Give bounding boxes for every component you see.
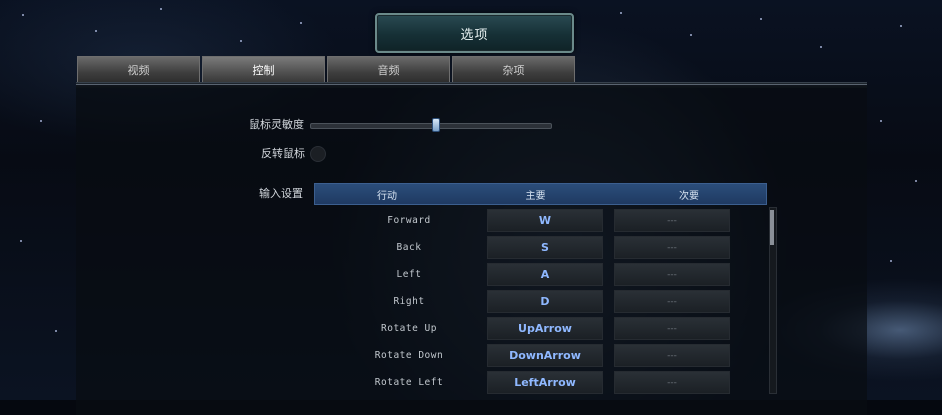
input-settings-label: 输入设置 [259, 187, 303, 200]
keybind-row: Right D --- [314, 288, 769, 315]
tab-controls[interactable]: 控制 [202, 56, 325, 84]
tab-video[interactable]: 视频 [77, 56, 200, 84]
secondary-key-button[interactable]: --- [614, 344, 730, 367]
primary-key-button[interactable]: D [487, 290, 603, 313]
keybind-list: Forward W --- Back S --- Left A --- Righ… [314, 207, 769, 396]
header-action: 行动 [377, 190, 397, 202]
action-name: Left [396, 269, 422, 280]
header-secondary: 次要 [679, 190, 699, 202]
secondary-key-button[interactable]: --- [614, 236, 730, 259]
primary-key-button[interactable]: UpArrow [487, 317, 603, 340]
keybind-row: Left A --- [314, 261, 769, 288]
slider-handle[interactable] [431, 118, 440, 132]
action-name: Rotate Down [374, 350, 444, 361]
secondary-key-button[interactable]: --- [614, 263, 730, 286]
action-name: Rotate Up [381, 323, 437, 334]
mouse-sensitivity-label: 鼠标灵敏度 [249, 118, 304, 131]
primary-key-button[interactable]: LeftArrow [487, 371, 603, 394]
primary-key-button[interactable]: W [487, 209, 603, 232]
tab-bar: 视频 控制 音频 杂项 [77, 56, 575, 84]
keybind-row: Rotate Down DownArrow --- [314, 342, 769, 369]
keybind-row: Rotate Up UpArrow --- [314, 315, 769, 342]
keybind-row: Rotate Left LeftArrow --- [314, 369, 769, 396]
action-name: Forward [387, 215, 431, 226]
options-title: 选项 [375, 13, 574, 53]
tab-audio[interactable]: 音频 [327, 56, 450, 84]
action-name: Rotate Left [374, 377, 444, 388]
primary-key-button[interactable]: DownArrow [487, 344, 603, 367]
secondary-key-button[interactable]: --- [614, 317, 730, 340]
invert-mouse-checkbox[interactable] [310, 146, 326, 162]
primary-key-button[interactable]: A [487, 263, 603, 286]
scrollbar-thumb[interactable] [770, 210, 774, 245]
action-name: Right [393, 296, 425, 307]
tab-misc[interactable]: 杂项 [452, 56, 575, 84]
secondary-key-button[interactable]: --- [614, 290, 730, 313]
keybind-row: Back S --- [314, 234, 769, 261]
primary-key-button[interactable]: S [487, 236, 603, 259]
keybind-row: Forward W --- [314, 207, 769, 234]
header-primary: 主要 [525, 190, 546, 202]
secondary-key-button[interactable]: --- [614, 209, 730, 232]
keybind-table-header: 行动 主要 次要 [314, 183, 767, 205]
secondary-key-button[interactable]: --- [614, 371, 730, 394]
action-name: Back [396, 242, 422, 253]
invert-mouse-label: 反转鼠标 [261, 147, 305, 160]
